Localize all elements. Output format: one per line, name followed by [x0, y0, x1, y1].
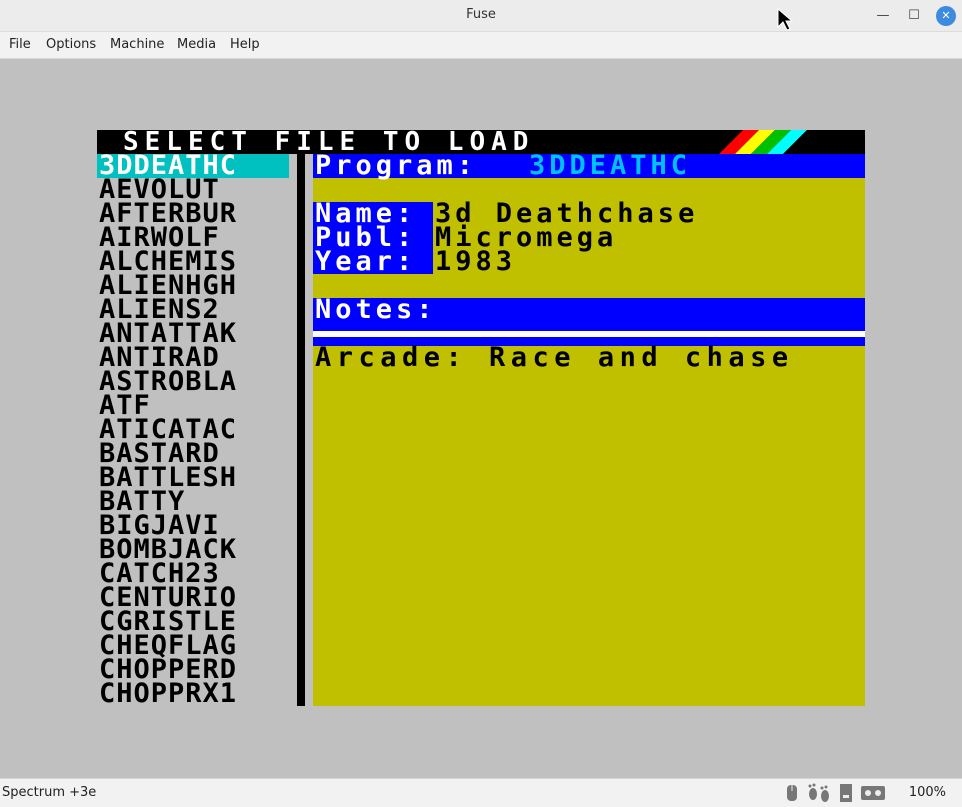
screen-header: SELECT FILE TO LOAD — [97, 130, 865, 154]
program-label: Program: — [315, 150, 478, 181]
menu-help[interactable]: Help — [230, 37, 260, 52]
file-item[interactable]: ATF — [97, 394, 289, 418]
tape-icon — [861, 786, 885, 800]
file-item[interactable]: BIGJAVI — [97, 514, 289, 538]
menu-options[interactable]: Options — [46, 37, 96, 52]
file-item[interactable]: CHOPPERD — [97, 658, 289, 682]
file-item[interactable]: CHEQFLAG — [97, 634, 289, 658]
menu-machine[interactable]: Machine — [110, 37, 164, 52]
list-divider — [297, 154, 305, 706]
file-item[interactable]: CHOPPRX1 — [97, 682, 289, 706]
file-item[interactable]: ALIENHGH — [97, 274, 289, 298]
file-item[interactable]: BASTARD — [97, 442, 289, 466]
file-item[interactable]: ALCHEMIS — [97, 250, 289, 274]
file-item[interactable]: CGRISTLE — [97, 610, 289, 634]
file-list[interactable]: 3DDEATHC AEVOLUT AFTERBUR AIRWOLF ALCHEMIS AL… — [97, 154, 289, 706]
machine-status: Spectrum +3e — [2, 785, 97, 800]
notes-text: Arcade: Race and chase — [315, 342, 794, 373]
status-bar: Spectrum +3e 100% — [0, 778, 962, 807]
disk-drive-icon — [840, 784, 852, 802]
close-button[interactable]: ✕ — [936, 6, 956, 26]
footprints-icon — [808, 783, 829, 802]
notes-label: Notes: — [315, 294, 437, 325]
file-item[interactable]: CENTURIO — [97, 586, 289, 610]
file-item[interactable]: ATICATAC — [97, 418, 289, 442]
year-value: 1983 — [435, 246, 517, 277]
window-title: Fuse — [466, 7, 496, 22]
mouse-cursor-icon — [777, 8, 794, 31]
program-value: 3DDEATHC — [529, 150, 692, 181]
menu-media[interactable]: Media — [177, 37, 216, 52]
file-item[interactable]: BOMBJACK — [97, 538, 289, 562]
maximize-button[interactable]: ☐ — [904, 6, 924, 26]
title-bar: Fuse — ☐ ✕ — [0, 0, 962, 32]
zoom-level: 100% — [908, 785, 946, 800]
notes-stripe — [313, 331, 865, 337]
file-item[interactable]: ANTIRAD — [97, 346, 289, 370]
spectrum-stripes-icon — [719, 130, 839, 154]
file-item[interactable]: ASTROBLA — [97, 370, 289, 394]
file-item[interactable]: BATTY — [97, 490, 289, 514]
file-item[interactable]: BATTLESH — [97, 466, 289, 490]
file-item[interactable]: ALIENS2 — [97, 298, 289, 322]
menu-bar: File Options Machine Media Help — [0, 32, 962, 59]
file-item[interactable]: AIRWOLF — [97, 226, 289, 250]
file-item[interactable]: ANTATTAK — [97, 322, 289, 346]
menu-file[interactable]: File — [9, 37, 31, 52]
year-label: Year: — [315, 246, 417, 277]
minimize-button[interactable]: — — [873, 6, 893, 26]
file-item[interactable]: AFTERBUR — [97, 202, 289, 226]
file-item[interactable]: AEVOLUT — [97, 178, 289, 202]
file-item[interactable]: CATCH23 — [97, 562, 289, 586]
program-info-panel: Program: 3DDEATHC Name: 3d Deathchase Pu… — [313, 150, 865, 706]
mouse-icon — [787, 785, 797, 801]
file-item-selected[interactable]: 3DDEATHC — [97, 154, 289, 178]
emulator-screen[interactable]: SELECT FILE TO LOAD 3DDEATHC AEVOLUT AFTER… — [97, 130, 865, 706]
